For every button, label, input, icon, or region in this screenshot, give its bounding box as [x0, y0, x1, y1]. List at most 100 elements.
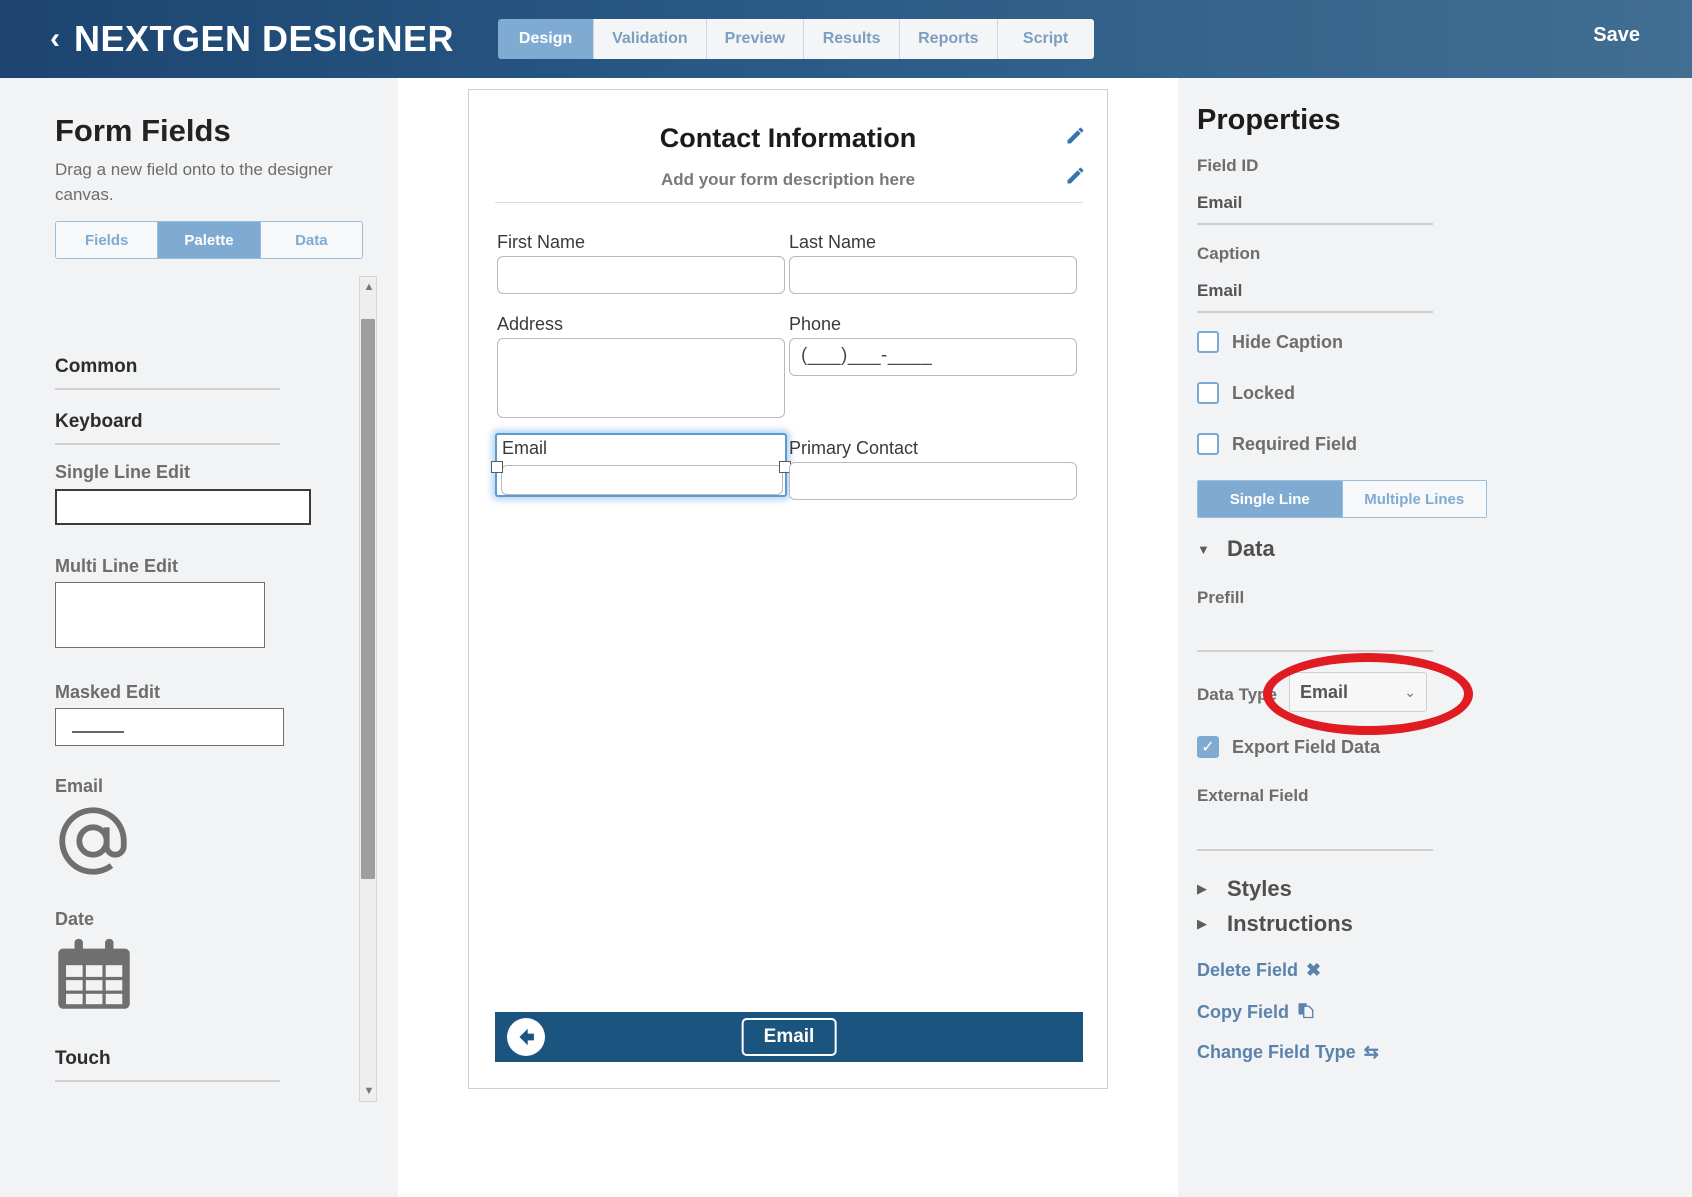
prefill-label: Prefill: [1197, 588, 1245, 607]
chevron-down-icon[interactable]: ⌄: [1404, 684, 1416, 701]
pencil-icon[interactable]: [1065, 126, 1085, 146]
selection-handle-left[interactable]: [491, 461, 503, 473]
form-divider: [495, 202, 1083, 203]
footer-field-chip-email[interactable]: Email: [741, 1018, 837, 1056]
palette-item-date-label: Date: [55, 909, 95, 929]
section-instructions-header[interactable]: ▶ Instructions: [1197, 911, 1353, 937]
scroll-down-icon[interactable]: ▼: [360, 1081, 378, 1101]
form-description: Add your form description here: [660, 170, 916, 189]
field-input-first-name[interactable]: [497, 256, 785, 294]
palette-group-common: Common: [55, 356, 280, 390]
data-type-label: Data Type: [1197, 685, 1277, 704]
save-button[interactable]: Save: [1593, 24, 1640, 47]
chevron-right-icon[interactable]: ▶: [1197, 881, 1219, 897]
selected-field-email[interactable]: Email: [491, 433, 791, 497]
external-field-label: External Field: [1197, 786, 1309, 805]
close-x-icon[interactable]: ✖: [1306, 960, 1321, 981]
phone-mask-text: (___)___-____: [801, 345, 933, 366]
swap-arrows-icon[interactable]: ⇆: [1364, 1042, 1379, 1063]
action-label: Delete Field: [1197, 960, 1299, 980]
palette-group-touch: Touch: [55, 1048, 280, 1082]
palette-item-multi-line-edit-label: Multi Line Edit: [55, 556, 178, 576]
field-id-underline: [1197, 223, 1433, 225]
section-styles-header[interactable]: ▶ Styles: [1197, 876, 1292, 902]
checkbox-label: Locked: [1232, 382, 1296, 403]
section-data-header[interactable]: ▼ Data: [1197, 536, 1275, 562]
checkbox-export-field-data[interactable]: ✓ Export Field Data: [1197, 736, 1380, 758]
section-title: Styles: [1227, 876, 1292, 901]
mask-underscore-icon: [72, 731, 124, 733]
tab-results[interactable]: Results: [804, 19, 901, 59]
sidebar-subtitle: Drag a new field onto to the designer ca…: [55, 160, 333, 204]
calendar-icon[interactable]: [55, 934, 133, 1012]
field-input-last-name[interactable]: [789, 256, 1077, 294]
tab-validation[interactable]: Validation: [594, 19, 707, 59]
change-field-type-action[interactable]: Change Field Type ⇆: [1197, 1042, 1379, 1063]
app-header: ‹ NEXTGEN DESIGNER Design Validation Pre…: [0, 0, 1692, 78]
tab-design[interactable]: Design: [498, 19, 595, 59]
caption-label: Caption: [1197, 244, 1261, 263]
sidebar-tab-fields[interactable]: Fields: [56, 222, 159, 258]
tab-reports[interactable]: Reports: [900, 19, 998, 59]
section-title: Data: [1227, 536, 1275, 561]
chevron-left-icon[interactable]: ‹: [50, 24, 60, 54]
checkbox-locked[interactable]: Locked: [1197, 382, 1295, 404]
checkbox-checked-icon[interactable]: ✓: [1197, 736, 1219, 758]
at-sign-icon[interactable]: [52, 800, 134, 882]
multi-line-edit-preview[interactable]: [55, 582, 265, 648]
designer-canvas: Contact Information Add your form descri…: [398, 78, 1178, 1197]
external-field-underline: [1197, 849, 1433, 851]
field-label-first-name: First Name: [497, 232, 586, 252]
caption-value[interactable]: Email: [1197, 281, 1242, 301]
tab-preview[interactable]: Preview: [706, 19, 805, 59]
chevron-down-icon[interactable]: ▼: [1197, 542, 1219, 557]
field-input-primary-contact[interactable]: [789, 462, 1077, 500]
brand: ‹ NEXTGEN DESIGNER: [50, 18, 454, 60]
field-label-phone: Phone: [789, 314, 842, 334]
palette-item-masked-edit-label: Masked Edit: [55, 682, 161, 702]
field-input-email[interactable]: [501, 465, 783, 495]
field-input-address[interactable]: [497, 338, 785, 418]
palette-item-single-line-edit-label: Single Line Edit: [55, 462, 191, 482]
data-type-select[interactable]: Email ⌄: [1289, 672, 1427, 712]
checkbox-box-icon[interactable]: [1197, 382, 1219, 404]
palette-scrollbar[interactable]: ▲ ▼: [359, 276, 377, 1102]
sidebar-tab-palette[interactable]: Palette: [158, 222, 261, 258]
line-mode-single-line[interactable]: Single Line: [1198, 481, 1343, 517]
data-type-select-value: Email: [1300, 681, 1349, 702]
properties-panel: Properties Field ID Email Caption Email …: [1178, 78, 1692, 1197]
prefill-underline: [1197, 650, 1433, 652]
masked-edit-preview[interactable]: [55, 708, 284, 746]
copy-field-action[interactable]: Copy Field: [1197, 1001, 1315, 1024]
checkbox-hide-caption[interactable]: Hide Caption: [1197, 331, 1343, 353]
delete-field-action[interactable]: Delete Field ✖: [1197, 960, 1321, 981]
action-label: Change Field Type: [1197, 1042, 1356, 1062]
field-id-label: Field ID: [1197, 156, 1259, 175]
single-line-edit-preview[interactable]: [55, 489, 311, 525]
field-label-last-name: Last Name: [789, 232, 877, 252]
scroll-up-icon[interactable]: ▲: [360, 277, 378, 297]
properties-title: Properties: [1197, 104, 1341, 136]
page-title: Form Fields: [55, 113, 231, 148]
tab-script[interactable]: Script: [997, 19, 1094, 59]
field-label-email: Email: [502, 438, 548, 458]
sidebar-tab-group: Fields Palette Data: [55, 221, 363, 259]
form-fields-sidebar: Form Fields Drag a new field onto to the…: [0, 78, 398, 1197]
form-title: Contact Information: [659, 123, 917, 153]
brand-title: NEXTGEN DESIGNER: [74, 18, 455, 59]
line-mode-toggle: Single Line Multiple Lines: [1197, 480, 1487, 518]
caption-underline: [1197, 311, 1433, 313]
checkbox-box-icon[interactable]: [1197, 331, 1219, 353]
scrollbar-thumb[interactable]: [361, 319, 375, 879]
checkbox-label: Hide Caption: [1232, 331, 1343, 352]
field-input-phone[interactable]: (___)___-____: [789, 338, 1077, 376]
pencil-icon[interactable]: [1065, 166, 1085, 186]
arrow-left-circle-icon[interactable]: [507, 1018, 545, 1056]
checkbox-box-icon[interactable]: [1197, 433, 1219, 455]
checkbox-required-field[interactable]: Required Field: [1197, 433, 1357, 455]
line-mode-multiple-lines[interactable]: Multiple Lines: [1342, 481, 1486, 517]
chevron-right-icon[interactable]: ▶: [1197, 916, 1219, 932]
sidebar-tab-data[interactable]: Data: [260, 222, 362, 258]
field-id-value[interactable]: Email: [1197, 193, 1242, 213]
copy-icon[interactable]: [1297, 1001, 1315, 1024]
